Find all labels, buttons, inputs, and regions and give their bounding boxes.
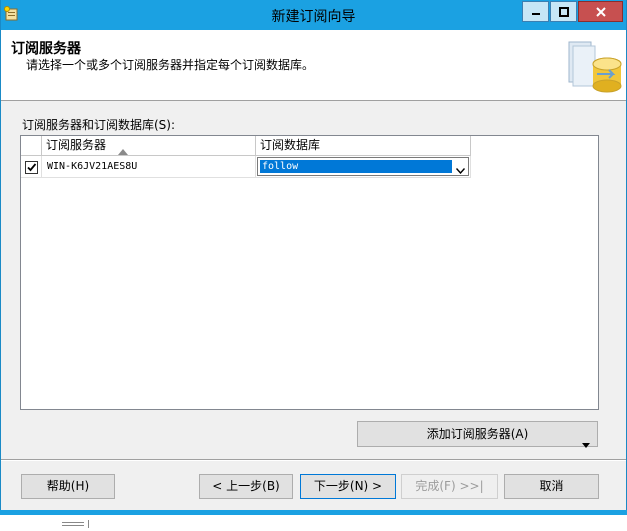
grid-label: 订阅服务器和订阅数据库(S): [22,118,176,132]
maximize-button[interactable] [550,1,577,22]
maximize-icon [558,6,569,17]
column-header-database-label: 订阅数据库 [260,138,321,152]
database-select[interactable]: follow [257,157,469,176]
column-header-server[interactable]: 订阅服务器 [42,136,256,156]
page-subtitle: 请选择一个或多个订阅服务器并指定每个订阅数据库。 [26,58,315,72]
next-button[interactable]: 下一步(N) > [300,474,396,499]
title-bar[interactable]: 新建订阅向导 [1,0,626,30]
cancel-button[interactable]: 取消 [504,474,599,499]
add-subscriber-button[interactable]: 添加订阅服务器(A) [357,421,598,448]
column-header-check [21,136,42,156]
taskbar-fragment [62,517,92,528]
finish-button[interactable]: 完成(F) >>| [401,474,498,499]
minimize-icon [531,12,540,15]
back-button[interactable]: < 上一步(B) [199,474,293,499]
page-title: 订阅服务器 [11,41,81,57]
database-wizard-graphic [563,34,623,96]
column-header-server-label: 订阅服务器 [46,138,107,152]
database-select-value: follow [260,160,452,173]
dropdown-arrow-icon [582,432,590,456]
table-row-server: WIN-K6JV21AES8U [42,156,256,178]
close-button[interactable] [578,1,623,22]
subscriber-checkbox[interactable] [25,161,38,174]
help-button[interactable]: 帮助(H) [21,474,115,499]
footer-divider-highlight [1,460,626,461]
chevron-down-icon[interactable] [455,163,466,177]
column-header-database[interactable]: 订阅数据库 [256,136,471,156]
minimize-button[interactable] [522,1,549,22]
wizard-header: 订阅服务器 请选择一个或多个订阅服务器并指定每个订阅数据库。 [1,30,626,101]
close-icon [595,6,606,17]
subscriber-grid[interactable]: 订阅服务器 订阅数据库 WIN-K6JV21AES8U follow [20,135,599,410]
add-subscriber-label: 添加订阅服务器(A) [426,427,529,441]
checkmark-icon [27,163,37,172]
desktop-background [0,515,627,525]
wizard-window: 新建订阅向导 订阅服务器 请选择一个或多个订阅服务器并指定每个订阅数据库。 订阅 [0,0,627,525]
table-row-checkbox-cell [21,156,42,178]
table-row-database-cell: follow [256,156,471,178]
